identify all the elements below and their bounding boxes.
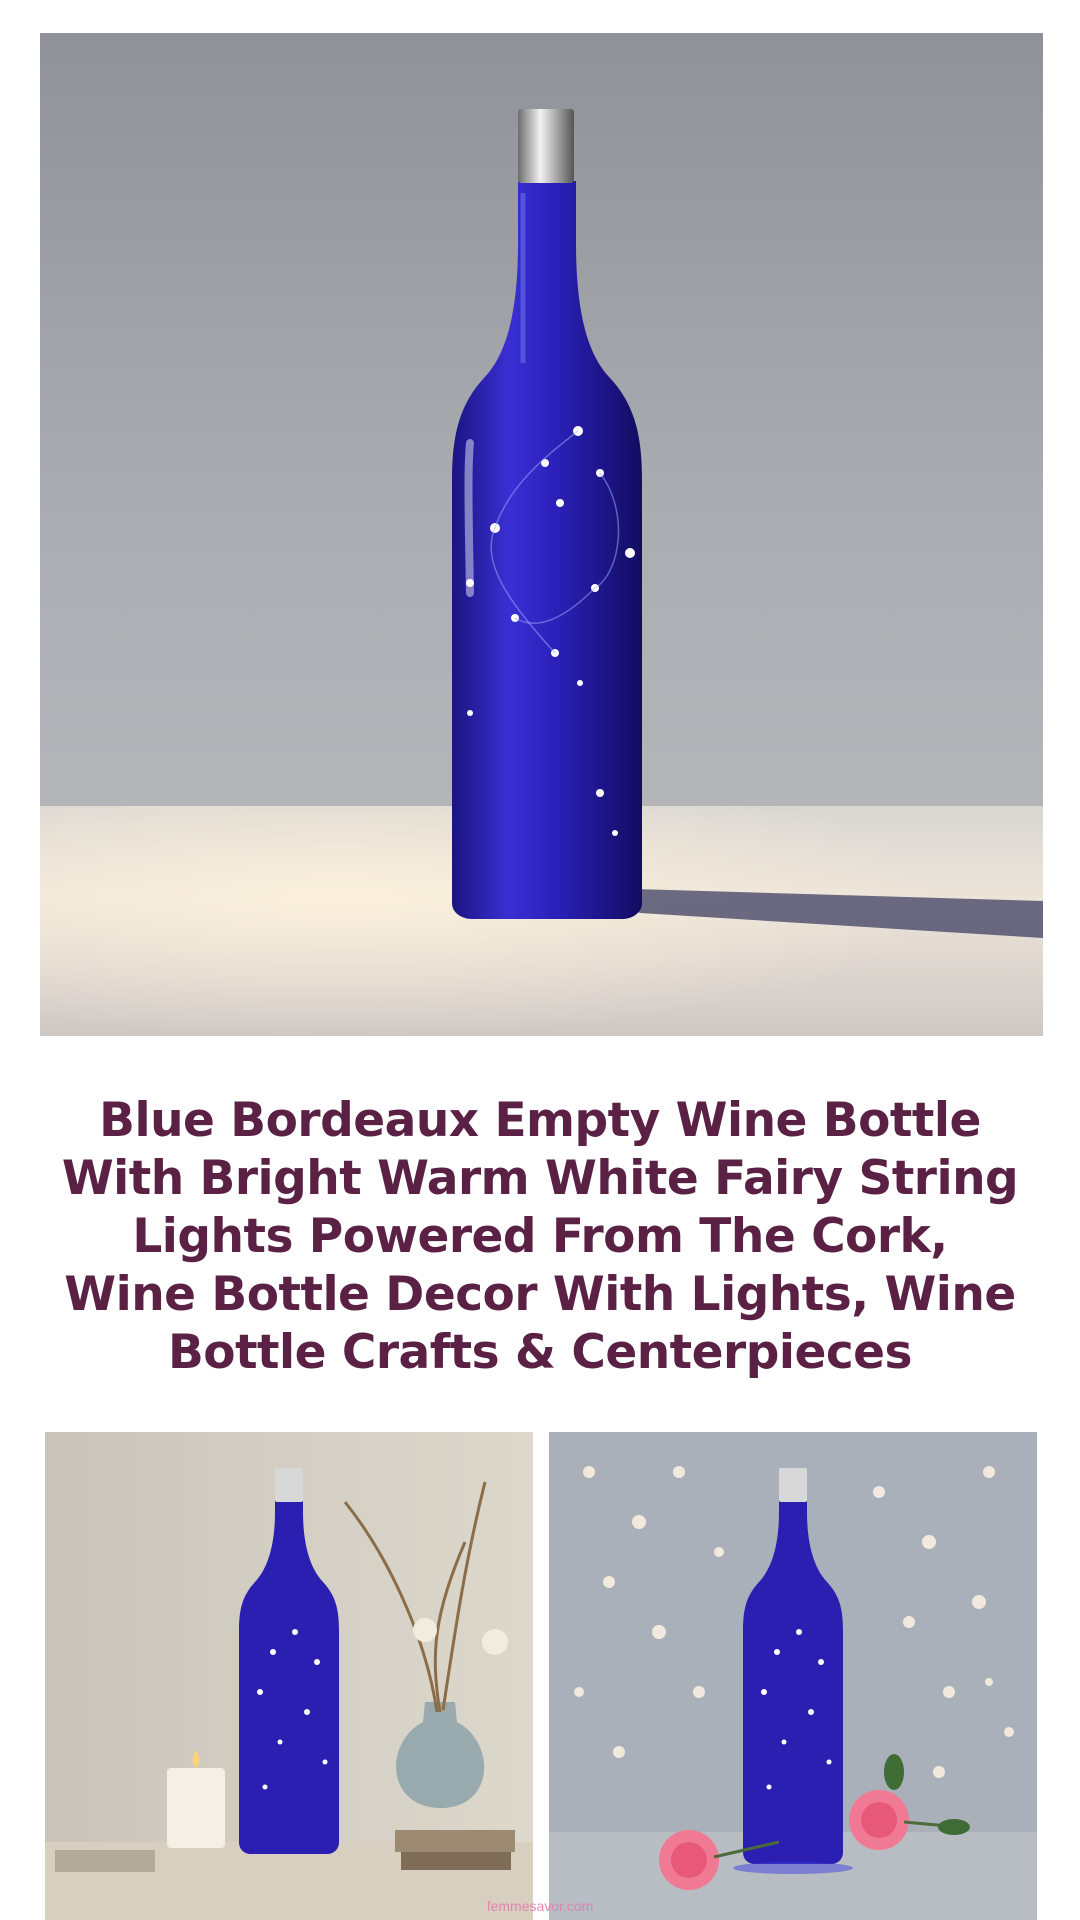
thumbnail-left <box>45 1432 533 1920</box>
thumbnail-right-art <box>549 1432 1037 1920</box>
article-title: Blue Bordeaux Empty Wine Bottle With Bri… <box>61 1093 1019 1380</box>
hero-image-art <box>40 33 1043 1036</box>
thumbnail-left-art <box>45 1432 533 1920</box>
watermark: femmesavor.com <box>486 1898 594 1914</box>
hero-image <box>40 33 1043 1036</box>
thumbnail-right <box>549 1432 1037 1920</box>
page: Blue Bordeaux Empty Wine Bottle With Bri… <box>0 0 1080 1920</box>
